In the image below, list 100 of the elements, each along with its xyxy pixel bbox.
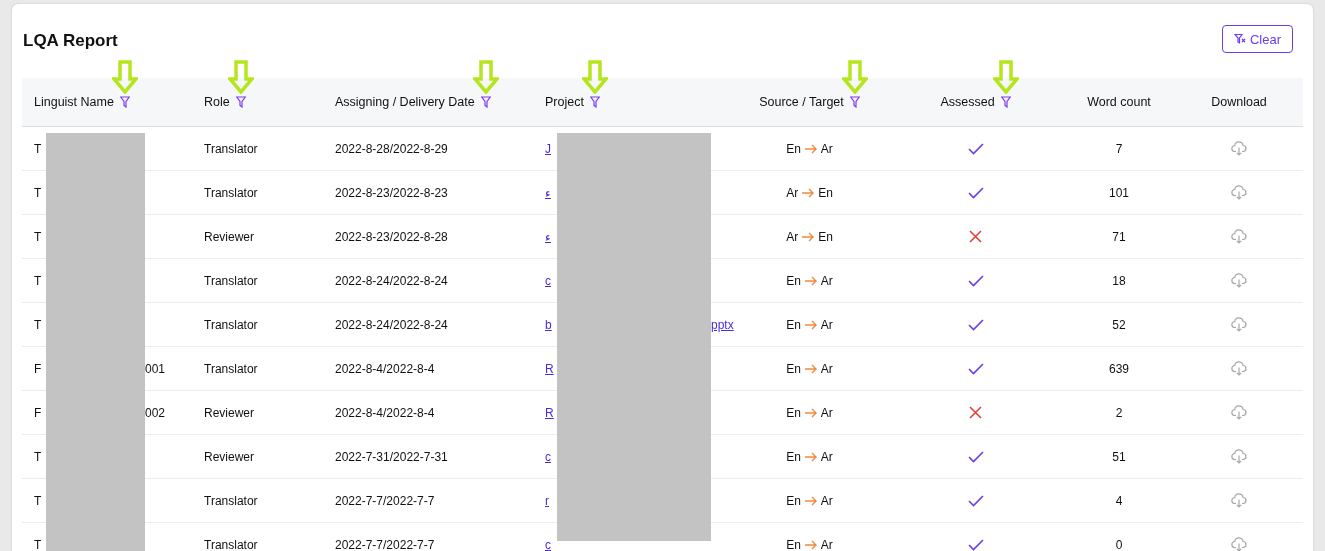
table-cell: En (786, 405, 801, 420)
column-header: Word count (1087, 95, 1151, 109)
column-header: Role (204, 95, 230, 109)
table-cell: Translator (204, 317, 258, 332)
down-arrow-icon (227, 60, 254, 94)
table-cell: Translator (204, 185, 258, 200)
project-link[interactable]: b (545, 317, 552, 332)
download-icon[interactable] (1231, 449, 1247, 464)
table-cell: Translator (204, 493, 258, 508)
table-cell: 18 (1112, 273, 1126, 288)
table-cell: Ar (820, 449, 833, 464)
table-cell: Translator (204, 361, 258, 376)
table-cell: 2022-8-4/2022-8-4 (335, 405, 435, 420)
table-cell: Ar (820, 405, 833, 420)
page-title: LQA Report (23, 31, 118, 51)
down-arrow-icon (841, 60, 868, 94)
download-icon[interactable] (1231, 317, 1247, 332)
table-cell: Reviewer (204, 449, 254, 464)
arrow-icon (803, 539, 818, 550)
table-cell: En (786, 273, 801, 288)
project-link[interactable]: pptx (711, 317, 734, 332)
arrow-icon (803, 407, 818, 418)
clear-filters-button[interactable]: Clear (1221, 25, 1293, 53)
table-cell: Ar (786, 229, 799, 244)
down-arrow-icon (472, 60, 499, 94)
table-cell: 4 (1115, 493, 1123, 508)
download-icon[interactable] (1231, 141, 1247, 156)
table-cell: Ar (820, 537, 833, 551)
project-link[interactable]: c (545, 273, 551, 288)
arrow-icon (803, 319, 818, 330)
table-cell: Reviewer (204, 229, 254, 244)
arrow-icon (803, 143, 818, 154)
download-icon[interactable] (1231, 361, 1247, 376)
project-link[interactable]: R (545, 405, 554, 420)
table-cell: 71 (1112, 229, 1126, 244)
table-cell: 2 (1115, 405, 1123, 420)
table-cell: En (786, 317, 801, 332)
table-cell: Translator (204, 141, 258, 156)
table-cell: En (786, 537, 801, 551)
table-cell: Ar (820, 361, 833, 376)
download-icon[interactable] (1231, 493, 1247, 508)
download-icon[interactable] (1231, 185, 1247, 200)
table-cell: 2022-7-7/2022-7-7 (335, 493, 435, 508)
table-cell: En (786, 493, 801, 508)
project-link[interactable]: c (545, 537, 551, 551)
table-cell: 002 (145, 405, 166, 420)
download-icon[interactable] (1231, 229, 1247, 244)
column-header: Download (1211, 95, 1267, 109)
table-cell-text: T (34, 229, 43, 244)
table-cell: 51 (1112, 449, 1126, 464)
filter-icon[interactable] (119, 96, 130, 108)
filter-icon[interactable] (1000, 96, 1011, 108)
table-cell: Ar (820, 273, 833, 288)
table-cell-text: T (34, 493, 43, 508)
table-cell: Ar (820, 141, 833, 156)
table-cell: 2022-7-7/2022-7-7 (335, 537, 435, 551)
arrow-icon (803, 363, 818, 374)
column-header: Linguist Name (34, 95, 114, 109)
table-cell: Translator (204, 273, 258, 288)
download-icon[interactable] (1231, 405, 1247, 420)
arrow-icon (803, 495, 818, 506)
table-cell: En (786, 141, 801, 156)
table-cell: 2022-8-4/2022-8-4 (335, 361, 435, 376)
filter-icon[interactable] (235, 96, 246, 108)
column-header: Project (545, 95, 584, 109)
down-arrow-icon (111, 60, 138, 94)
table-cell: Translator (204, 537, 258, 551)
table-cell: 001 (145, 361, 166, 376)
arrow-icon (801, 231, 816, 242)
table-cell: 2022-7-31/2022-7-31 (335, 449, 448, 464)
table-cell-text: F (34, 361, 43, 376)
project-link[interactable]: c (545, 449, 551, 464)
download-icon[interactable] (1231, 273, 1247, 288)
project-link[interactable]: ء (545, 185, 551, 200)
table-cell: Reviewer (204, 405, 254, 420)
arrow-icon (801, 187, 816, 198)
project-link[interactable]: ء (545, 229, 551, 244)
table-cell-text: T (34, 141, 43, 156)
table-cell-text: F (34, 405, 43, 420)
table-cell-text: T (34, 273, 43, 288)
project-link[interactable]: R (545, 361, 554, 376)
down-arrow-icon (581, 60, 608, 94)
table-cell: 2022-8-23/2022-8-23 (335, 185, 448, 200)
table-cell: En (786, 449, 801, 464)
table-cell: Ar (820, 493, 833, 508)
project-link[interactable]: J (545, 141, 551, 156)
download-icon[interactable] (1231, 537, 1247, 551)
table-cell: 101 (1109, 185, 1129, 200)
table-cell: En (786, 361, 801, 376)
project-link[interactable]: r (545, 493, 549, 508)
filter-icon[interactable] (849, 96, 860, 108)
table-cell-text: T (34, 537, 43, 551)
table-cell-text: T (34, 185, 43, 200)
arrow-icon (803, 451, 818, 462)
table-cell: 2022-8-24/2022-8-24 (335, 273, 448, 288)
clear-filter-icon (1233, 33, 1246, 45)
filter-icon[interactable] (480, 96, 491, 108)
filter-icon[interactable] (589, 96, 600, 108)
table-cell: Ar (786, 185, 799, 200)
table-cell: En (818, 185, 833, 200)
